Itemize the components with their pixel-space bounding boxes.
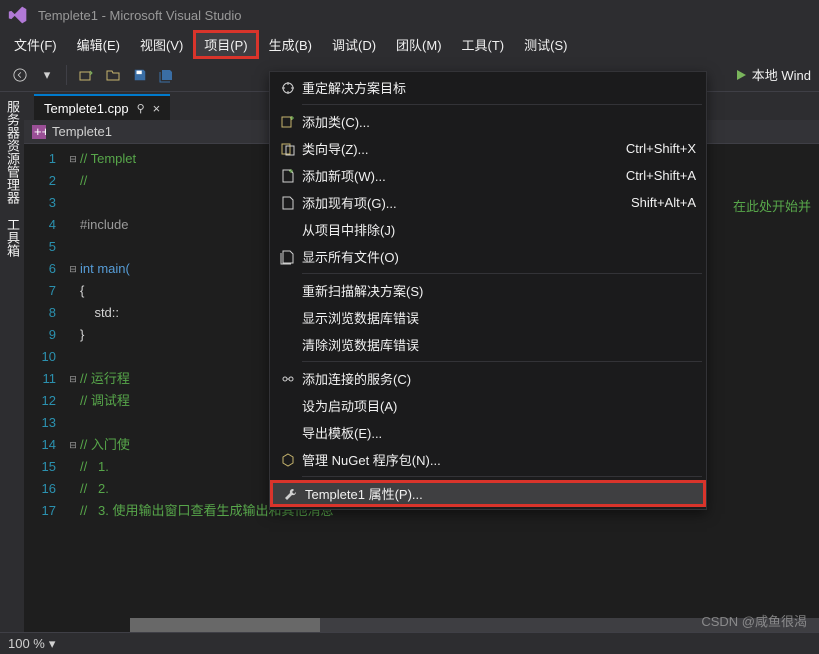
menu-item[interactable]: 设为启动项目(A) — [270, 392, 706, 419]
menu-separator — [302, 476, 702, 477]
line-gutter: 1234567891011121314151617 — [24, 144, 66, 632]
menu-label: 设为启动项目(A) — [302, 396, 676, 415]
menu-item[interactable]: Templete1 属性(P)... — [270, 480, 706, 507]
menu-label: 显示浏览数据库错误 — [302, 308, 676, 327]
menu-shortcut: Ctrl+Shift+X — [626, 141, 696, 156]
breadcrumb-label: Templete1 — [52, 124, 112, 139]
separator — [66, 65, 67, 85]
menu-label: 显示所有文件(O) — [302, 247, 676, 266]
menu-item[interactable]: 添加连接的服务(C) — [270, 365, 706, 392]
menu-label: 添加连接的服务(C) — [302, 369, 676, 388]
menu-label: 管理 NuGet 程序包(N)... — [302, 450, 676, 469]
wizard-icon — [274, 141, 302, 157]
menu-label: 添加新项(W)... — [302, 166, 606, 185]
menu-bar: 文件(F)编辑(E)视图(V)项目(P)生成(B)调试(D)团队(M)工具(T)… — [0, 30, 819, 58]
scroll-thumb[interactable] — [130, 618, 320, 632]
play-icon — [735, 69, 747, 81]
menu-label: Templete1 属性(P)... — [305, 484, 673, 503]
menu-separator — [302, 273, 702, 274]
menu-shortcut: Shift+Alt+A — [631, 195, 696, 210]
menu-item[interactable]: 从项目中排除(J) — [270, 216, 706, 243]
svg-text:++: ++ — [34, 125, 46, 139]
save-all-icon[interactable] — [155, 63, 179, 87]
menu-label: 添加类(C)... — [302, 112, 676, 131]
cpp-icon: ++ — [32, 125, 46, 139]
run-local-button[interactable]: 本地 Wind — [735, 65, 811, 84]
visual-studio-icon — [8, 5, 28, 25]
menu-item[interactable]: 重新扫描解决方案(S) — [270, 277, 706, 304]
menu-label: 从项目中排除(J) — [302, 220, 676, 239]
retarget-icon — [274, 80, 302, 96]
close-icon[interactable]: × — [153, 101, 161, 116]
show-files-icon — [274, 249, 302, 265]
existing-item-icon — [274, 195, 302, 211]
fold-column: ⊟⊟⊟⊟ — [66, 144, 80, 632]
menu-shortcut: Ctrl+Shift+A — [626, 168, 696, 183]
rail-server-explorer[interactable]: 服务器资源管理器 — [2, 100, 22, 204]
tab-label: Templete1.cpp — [44, 101, 129, 116]
new-project-icon[interactable] — [74, 63, 98, 87]
title-bar: Templete1 - Microsoft Visual Studio — [0, 0, 819, 30]
status-bar: 100 % ▾ — [0, 632, 819, 654]
window-title: Templete1 - Microsoft Visual Studio — [38, 8, 242, 23]
nav-fwd-button[interactable]: ▾ — [35, 63, 59, 87]
menu-item[interactable]: 重定解决方案目标 — [270, 74, 706, 101]
menu-item[interactable]: 管理 NuGet 程序包(N)... — [270, 446, 706, 473]
connected-icon — [274, 371, 302, 387]
menu-调试(D)[interactable]: 调试(D) — [322, 31, 386, 58]
menu-label: 清除浏览数据库错误 — [302, 335, 676, 354]
zoom-value: 100 % — [8, 636, 45, 651]
chevron-down-icon: ▾ — [49, 636, 56, 652]
nuget-icon — [274, 452, 302, 468]
left-rail: 服务器资源管理器 工具箱 — [0, 92, 24, 632]
menu-label: 类向导(Z)... — [302, 139, 606, 158]
document-tab[interactable]: Templete1.cpp ⚲ × — [34, 94, 170, 120]
menu-label: 重定解决方案目标 — [302, 78, 676, 97]
hint-text: 在此处开始并 — [733, 196, 811, 215]
open-file-icon[interactable] — [101, 63, 125, 87]
menu-项目(P)[interactable]: 项目(P) — [193, 30, 258, 59]
rail-toolbox[interactable]: 工具箱 — [2, 218, 22, 257]
menu-label: 导出模板(E)... — [302, 423, 676, 442]
run-label: 本地 Wind — [752, 65, 811, 84]
menu-工具(T)[interactable]: 工具(T) — [452, 31, 515, 58]
menu-生成(B)[interactable]: 生成(B) — [259, 31, 322, 58]
watermark: CSDN @咸鱼很渴 — [701, 611, 807, 630]
menu-文件(F)[interactable]: 文件(F) — [4, 31, 67, 58]
menu-separator — [302, 104, 702, 105]
menu-item[interactable]: 添加现有项(G)... Shift+Alt+A — [270, 189, 706, 216]
menu-测试(S)[interactable]: 测试(S) — [514, 31, 577, 58]
zoom-control[interactable]: 100 % ▾ — [8, 636, 55, 652]
menu-label: 添加现有项(G)... — [302, 193, 611, 212]
menu-视图(V)[interactable]: 视图(V) — [130, 31, 193, 58]
menu-item[interactable]: 清除浏览数据库错误 — [270, 331, 706, 358]
menu-item[interactable]: 显示浏览数据库错误 — [270, 304, 706, 331]
save-icon[interactable] — [128, 63, 152, 87]
project-context-menu: 重定解决方案目标添加类(C)... 类向导(Z)... Ctrl+Shift+X 添加… — [269, 71, 707, 510]
pin-icon[interactable]: ⚲ — [137, 102, 145, 115]
menu-item[interactable]: 添加类(C)... — [270, 108, 706, 135]
menu-团队(M)[interactable]: 团队(M) — [386, 31, 452, 58]
add-class-icon — [274, 114, 302, 130]
wrench-icon — [277, 486, 305, 502]
menu-item[interactable]: 添加新项(W)... Ctrl+Shift+A — [270, 162, 706, 189]
nav-back-button[interactable] — [8, 63, 32, 87]
menu-item[interactable]: 显示所有文件(O) — [270, 243, 706, 270]
menu-separator — [302, 361, 702, 362]
menu-label: 重新扫描解决方案(S) — [302, 281, 676, 300]
menu-item[interactable]: 类向导(Z)... Ctrl+Shift+X — [270, 135, 706, 162]
new-item-icon — [274, 168, 302, 184]
menu-编辑(E)[interactable]: 编辑(E) — [67, 31, 130, 58]
menu-item[interactable]: 导出模板(E)... — [270, 419, 706, 446]
